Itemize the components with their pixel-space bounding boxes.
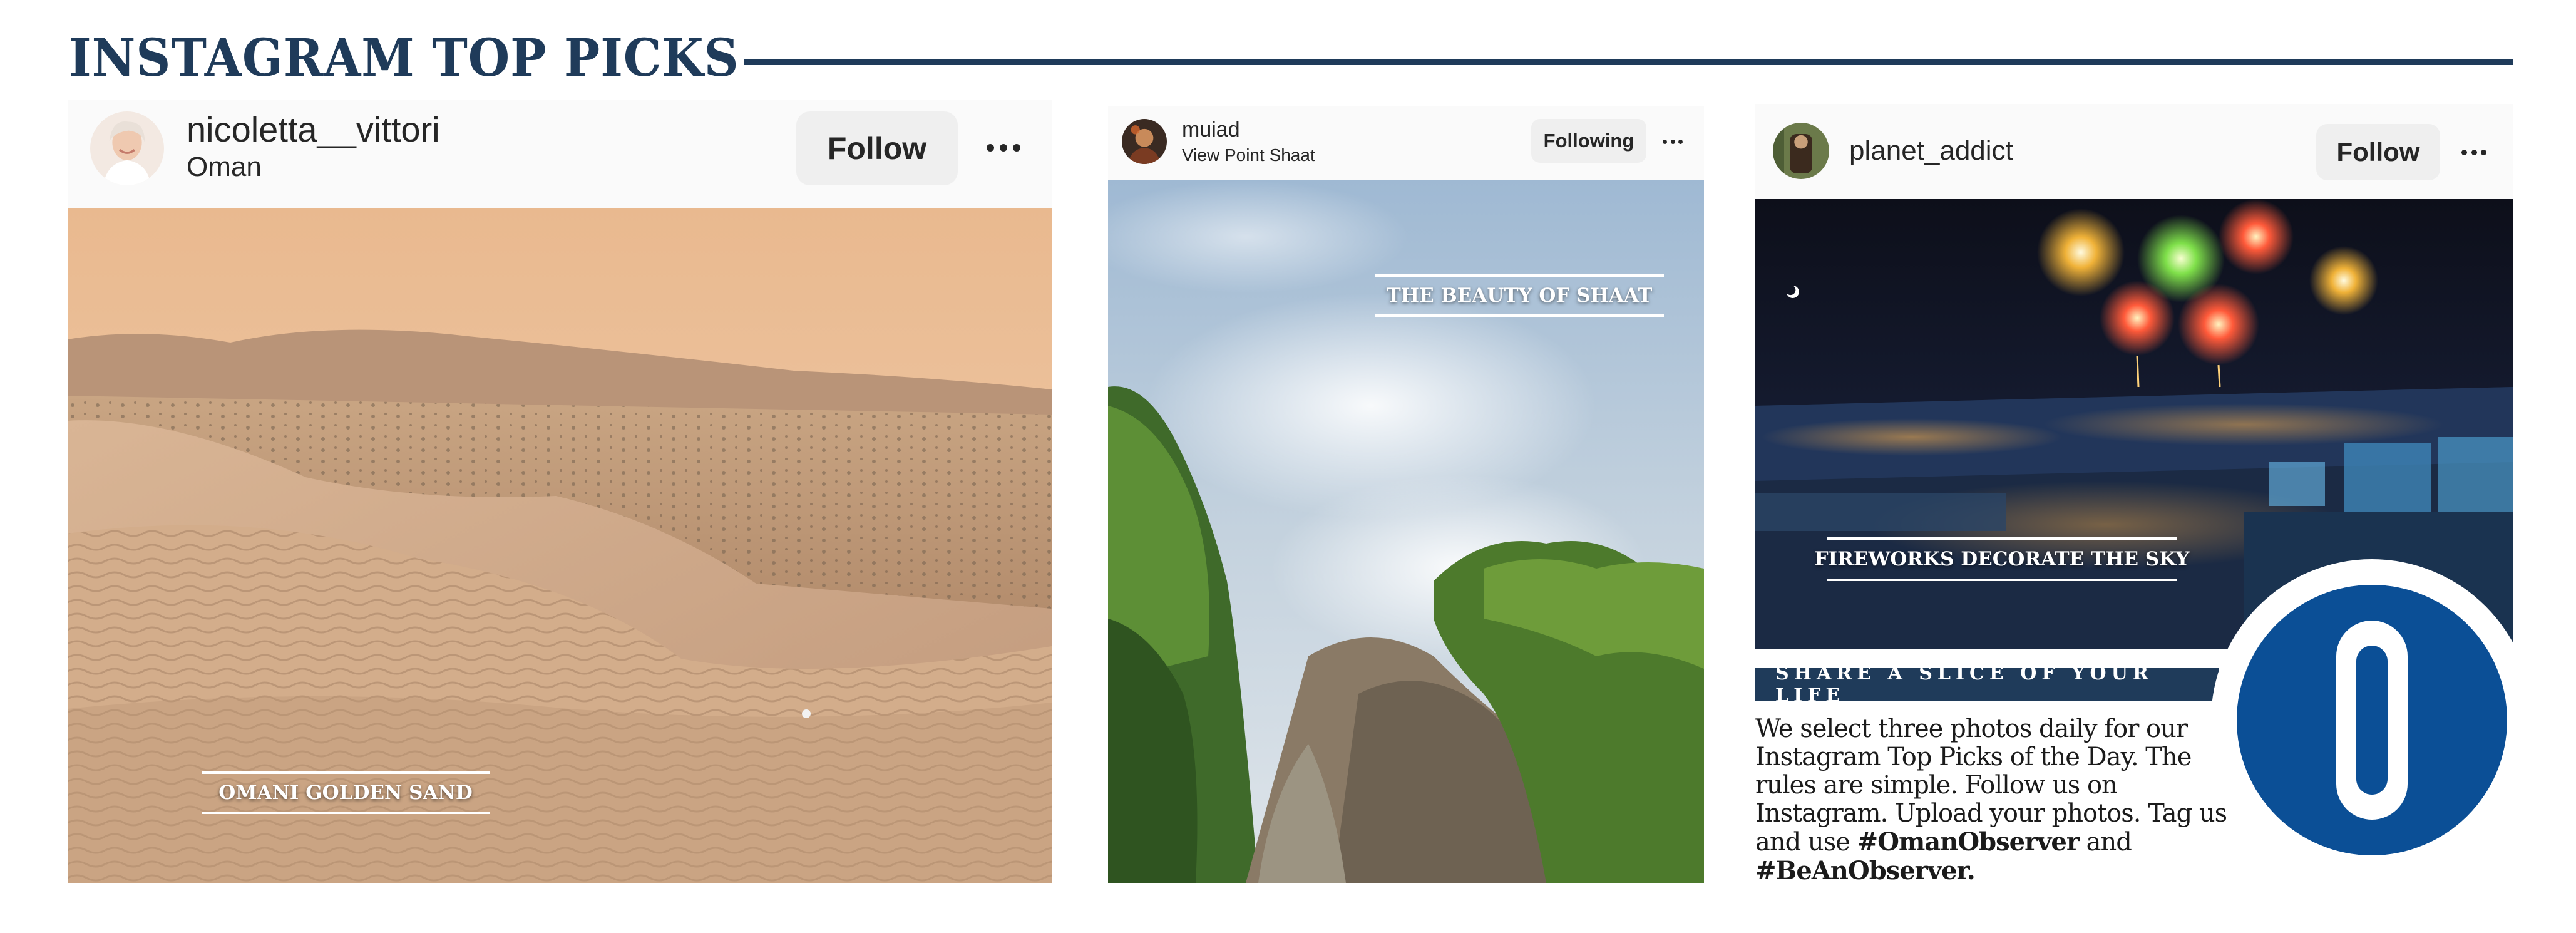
- username[interactable]: muiad: [1182, 118, 1240, 142]
- hashtag: #BeAnObserver.: [1755, 856, 1976, 885]
- post-header-3: planet_addict Follow: [1755, 104, 2513, 199]
- title-rule: [744, 59, 2513, 65]
- photo-caption: OMANI GOLDEN SAND: [202, 771, 490, 814]
- more-options-icon[interactable]: [1663, 139, 1683, 144]
- avatar[interactable]: [1773, 123, 1829, 179]
- promo-joiner: and: [2078, 828, 2132, 857]
- location[interactable]: View Point Shaat: [1182, 145, 1315, 165]
- more-options-icon[interactable]: [987, 144, 1020, 152]
- username[interactable]: nicoletta__vittori: [187, 109, 440, 150]
- following-button[interactable]: Following: [1531, 119, 1646, 163]
- photo-caption: THE BEAUTY OF SHAAT: [1375, 274, 1664, 317]
- follow-button[interactable]: Follow: [796, 111, 958, 185]
- post-header-1: nicoletta__vittori Oman Follow: [68, 100, 1052, 208]
- promo-heading: SHARE A SLICE OF YOUR LIFE: [1755, 662, 2219, 706]
- hashtag: #OmanObserver: [1857, 827, 2080, 857]
- more-options-icon[interactable]: [2461, 149, 2486, 155]
- photo-caption: FIREWORKS DECORATE THE SKY: [1815, 537, 2189, 581]
- username[interactable]: planet_addict: [1849, 135, 2013, 167]
- section-title: INSTAGRAM TOP PICKS: [69, 28, 739, 88]
- oman-observer-logo: [2211, 559, 2533, 881]
- avatar[interactable]: [1122, 119, 1167, 164]
- follow-button[interactable]: Follow: [2316, 124, 2440, 180]
- avatar[interactable]: [90, 111, 164, 185]
- promo-text: We select three photos daily for our Ins…: [1755, 715, 2256, 885]
- location[interactable]: Oman: [187, 152, 262, 183]
- post-header-2: muiad View Point Shaat Following: [1108, 106, 1704, 180]
